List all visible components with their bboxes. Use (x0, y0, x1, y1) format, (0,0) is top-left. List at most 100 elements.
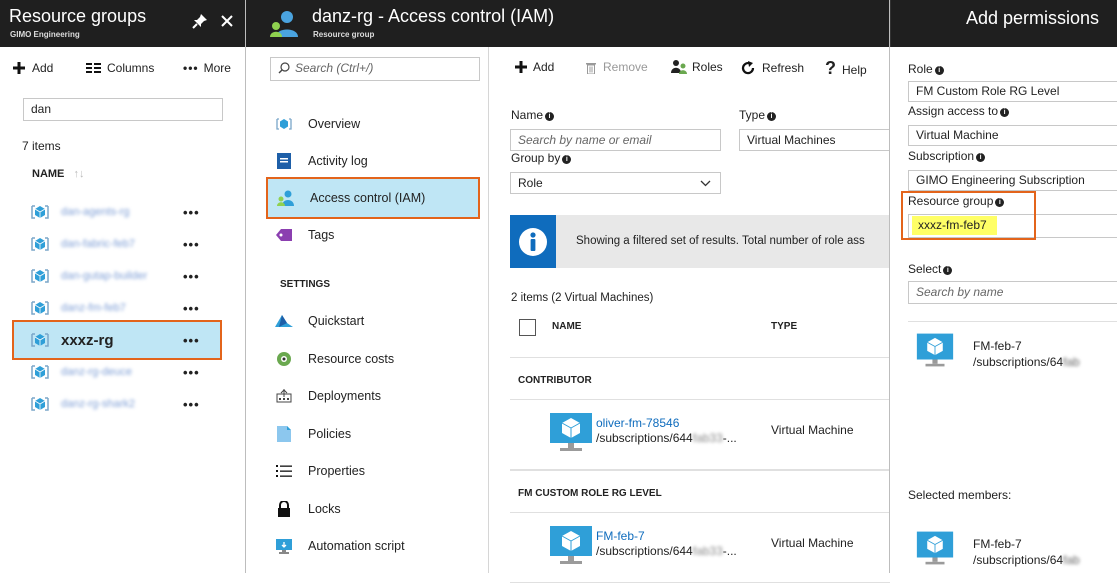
name-column-header[interactable]: NAME ↑↓ (32, 168, 84, 180)
add-permissions-blade: Add permissions Rolei FM Custom Role RG … (890, 0, 1117, 573)
list-item-label: dan-agents-rg (61, 206, 171, 218)
subscription-label: Subscriptioni (908, 149, 985, 163)
resource-group-icon (31, 203, 49, 221)
list-item[interactable]: dan-fabric-feb7••• (14, 230, 220, 258)
type-filter-select[interactable]: Virtual Machines (739, 129, 889, 151)
name-filter-label: Namei (511, 108, 554, 122)
resource-group-icon (31, 299, 49, 317)
selected-members-label: Selected members: (908, 488, 1011, 502)
menu-item-locks[interactable]: Locks (260, 491, 480, 527)
more-actions-icon[interactable]: ••• (183, 237, 200, 252)
iam-roles-label: Roles (692, 60, 723, 74)
type-filter-label: Typei (739, 108, 776, 122)
menu-item-deployments[interactable]: Deployments (260, 378, 480, 414)
select-all-checkbox[interactable] (519, 319, 536, 336)
selected-rg-highlight (12, 320, 222, 360)
select-label: Selecti (908, 262, 952, 276)
menu-search-placeholder: Search (Ctrl+/) (295, 61, 373, 75)
menu-item-properties[interactable]: Properties (260, 453, 480, 489)
iam-refresh-button[interactable]: Refresh (740, 60, 804, 76)
results-count: 2 items (2 Virtual Machines) (511, 292, 653, 304)
info-banner: Showing a filtered set of results. Total… (510, 215, 890, 268)
result-name: FM-feb-7 (973, 339, 1022, 353)
resource-groups-blade: Resource groups GIMO Engineering Add Col… (0, 0, 245, 573)
menu-item-tags[interactable]: Tags (260, 217, 480, 253)
properties-icon (274, 461, 294, 481)
help-icon: ? (825, 58, 836, 79)
list-item[interactable]: dan-gutap-builder••• (14, 262, 220, 290)
menu-item-policies[interactable]: Policies (260, 416, 480, 452)
list-item[interactable]: danz-rg-deuce••• (14, 358, 220, 386)
iam-remove-button[interactable]: Remove (585, 60, 648, 74)
menu-item-label: Overview (308, 117, 360, 131)
settings-header: SETTINGS (280, 279, 330, 290)
info-icon: i (1000, 108, 1009, 117)
subscription-select[interactable]: GIMO Engineering Subscription (908, 170, 1117, 191)
virtual-machine-icon (916, 330, 960, 374)
role-group-divider (510, 512, 890, 513)
more-actions-icon[interactable]: ••• (183, 205, 200, 220)
search-result-item[interactable]: FM-feb-7 /subscriptions/64fab (916, 330, 1116, 380)
blade-subtitle: GIMO Engineering (10, 30, 80, 39)
add-button[interactable]: Add (12, 61, 53, 75)
table-row[interactable]: FM-feb-7/subscriptions/644fab33-...Virtu… (549, 523, 889, 573)
role-label: Rolei (908, 62, 944, 76)
menu-search-input[interactable]: Search (Ctrl+/) (270, 57, 480, 81)
list-item[interactable]: danz-rg-shark2••• (14, 390, 220, 418)
info-icon: i (767, 112, 776, 121)
role-select[interactable]: FM Custom Role RG Level (908, 81, 1117, 102)
lock-icon (274, 499, 294, 519)
vm-name-link[interactable]: FM-feb-7 (596, 529, 645, 543)
menu-item-label: Deployments (308, 389, 381, 403)
groupby-select[interactable]: Role (510, 172, 721, 194)
type-column-header[interactable]: TYPE (771, 321, 797, 332)
role-group-header: CONTRIBUTOR (518, 375, 592, 386)
vm-name-link[interactable]: oliver-fm-78546 (596, 416, 679, 430)
vm-path: /subscriptions/644fab33-... (596, 431, 737, 445)
table-row[interactable]: oliver-fm-78546/subscriptions/644fab33-.… (549, 410, 889, 460)
selected-path: /subscriptions/64fab (973, 553, 1080, 567)
list-item[interactable]: dan-agents-rg ••• (14, 198, 220, 226)
result-path: /subscriptions/64fab (973, 355, 1080, 369)
trash-icon (585, 61, 597, 74)
role-group-divider (510, 357, 890, 358)
select-search-input[interactable]: Search by name (908, 281, 1117, 304)
selected-member-item[interactable]: FM-feb-7 /subscriptions/64fab (916, 528, 1116, 573)
iam-add-label: Add (533, 60, 554, 74)
role-group-divider (510, 470, 890, 471)
iam-help-button[interactable]: ? Help (825, 58, 867, 79)
rg-detail-header: danz-rg - Access control (IAM) Resource … (246, 0, 889, 47)
role-group-header: FM CUSTOM ROLE RG LEVEL (518, 488, 662, 499)
iam-add-button[interactable]: Add (514, 60, 554, 74)
menu-item-activity-log[interactable]: Activity log (260, 143, 480, 179)
menu-item-automation-script[interactable]: Automation script (260, 528, 480, 564)
menu-item-quickstart[interactable]: Quickstart (260, 303, 480, 339)
refresh-icon (740, 60, 756, 76)
filter-input[interactable]: dan (23, 98, 223, 121)
select-search-placeholder: Search by name (916, 285, 1003, 299)
iam-content: Add Remove Roles Refresh ? Help Namei Se… (489, 47, 889, 573)
rg-menu: Search (Ctrl+/) Overview Activity logAcce… (246, 47, 488, 573)
automation-script-icon (274, 536, 294, 556)
menu-item-resource-costs[interactable]: Resource costs (260, 341, 480, 377)
more-button[interactable]: ••• More (183, 61, 231, 75)
selected-name: FM-feb-7 (973, 537, 1022, 551)
list-item[interactable]: danz-fm-feb7••• (14, 294, 220, 322)
iam-roles-button[interactable]: Roles (671, 60, 723, 74)
more-actions-icon[interactable]: ••• (183, 269, 200, 284)
menu-item-access-control-iam[interactable]: Access control (IAM) (266, 177, 480, 219)
menu-item-overview[interactable]: Overview (260, 106, 480, 142)
name-column-header[interactable]: NAME (552, 321, 581, 332)
close-icon[interactable] (220, 14, 234, 28)
columns-icon (86, 62, 101, 74)
more-actions-icon[interactable]: ••• (183, 397, 200, 412)
menu-item-label: Tags (308, 228, 334, 242)
role-group-divider (510, 399, 890, 400)
assign-access-select[interactable]: Virtual Machine (908, 125, 1117, 146)
more-actions-icon[interactable]: ••• (183, 365, 200, 380)
pin-icon[interactable] (192, 13, 208, 29)
menu-item-label: Policies (308, 427, 351, 441)
more-actions-icon[interactable]: ••• (183, 301, 200, 316)
name-filter-input[interactable]: Search by name or email (510, 129, 721, 151)
columns-button[interactable]: Columns (86, 61, 154, 75)
